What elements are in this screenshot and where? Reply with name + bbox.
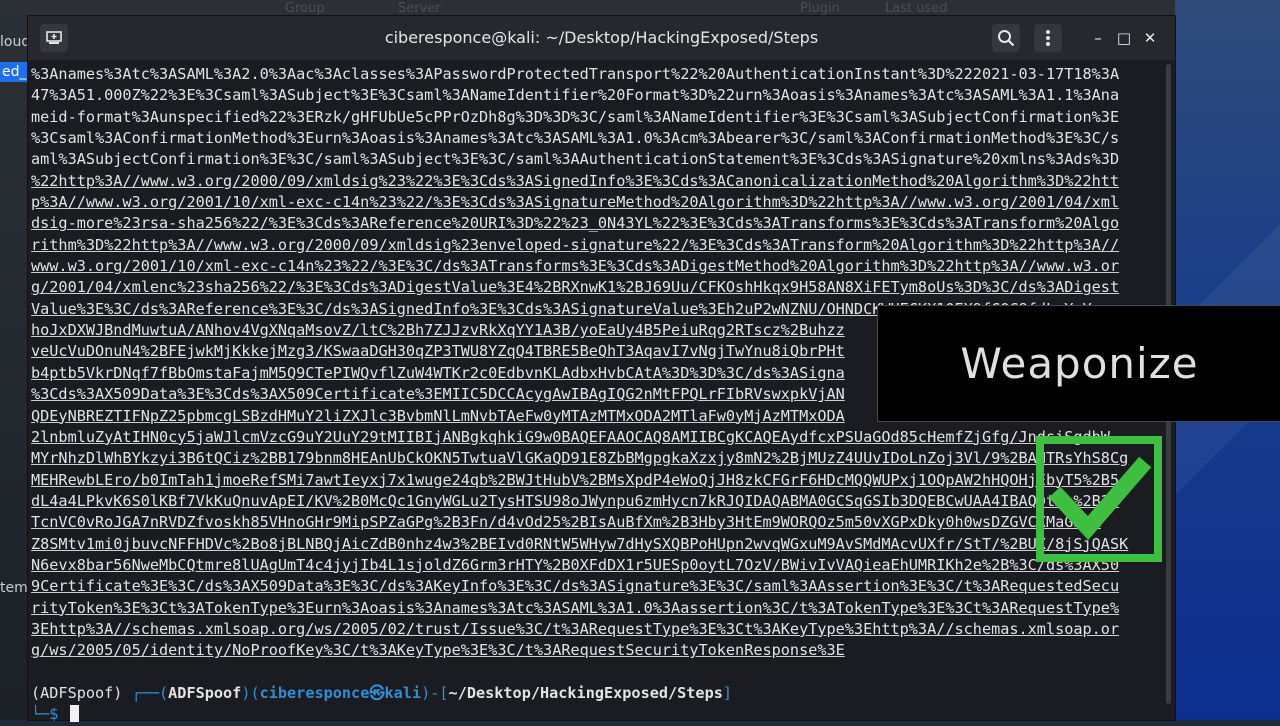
prompt-bracket: ] (722, 683, 733, 702)
prompt-separator: )-[ (421, 683, 449, 702)
minimize-icon: – (1094, 29, 1102, 47)
terminal-line: rityToken%3E%3Ct%3ATokenType%3Eurn%3Aoas… (31, 598, 1120, 617)
terminal-line: %22http%3A//www.w3.org/2000/09/xmldsig%2… (31, 171, 1120, 190)
desktop-top-item: Server (398, 1, 441, 16)
terminal-line: 9Certificate%3E%3C/ds%3AX509Data%3E%3C/d… (31, 577, 1120, 596)
terminal-line: %3Anames%3Atc%3ASAML%3A2.0%3Aac%3Aclasse… (31, 65, 1120, 83)
prompt-path: ~/Desktop/HackingExposed/Steps (448, 683, 723, 702)
terminal-line: MEHRewbLEro/b0ImTah1jmoeRefSMi7awtIeyxj7… (31, 470, 1120, 489)
terminal-line: p%3A//www.w3.org/2001/10/xml-exc-c14n%23… (31, 193, 1120, 212)
left-tab[interactable]: loud (0, 34, 30, 50)
banner-text: Weaponize (960, 339, 1199, 388)
desktop-left-panel: loud ed_ tem (0, 0, 30, 720)
left-tab[interactable]: tem (0, 580, 28, 596)
terminal-line: dsig-more%23rsa-sha256%22/%3E%3Cds%3ARef… (31, 214, 1120, 233)
left-tab-selected[interactable]: ed_ (0, 62, 30, 82)
terminal-line: 47%3A51.000Z%22%3E%3Csaml%3ASubject%3E%3… (31, 86, 1120, 105)
terminal-line: TcnVC0vRoJGA7nRVDZfvoskh85VHnoGHr9MipSPZ… (31, 513, 1101, 532)
maximize-icon: □ (1116, 29, 1132, 47)
search-icon (998, 30, 1015, 47)
terminal-line: www.w3.org/2001/10/xml-exc-c14n%23%22/%3… (31, 257, 1120, 276)
terminal-line: N6evx8bar56NweMbCQtmre8lUAgUmT4c4jyjIb4L… (31, 555, 1120, 574)
terminal-line: g/ws/2005/05/identity/NoProofKey%3C/t%3A… (31, 641, 845, 660)
close-icon: ✕ (1143, 29, 1157, 47)
maximize-button[interactable]: □ (1110, 24, 1138, 52)
input-line[interactable]: └─$ (31, 704, 1161, 725)
prompt-corner: ┌──( (122, 683, 169, 702)
menu-button[interactable] (1034, 24, 1062, 52)
weaponize-banner: Weaponize (877, 305, 1280, 422)
search-button[interactable] (992, 24, 1020, 52)
terminal-line: Z8SMtv1mi0jbuvcNFFHDVc%2Bo8jBLNBQjAicZdB… (31, 534, 1129, 553)
minimize-button[interactable]: – (1084, 24, 1112, 52)
terminal-line: 3Ehttp%3A//schemas.xmlsoap.org/ws/2005/0… (31, 619, 1120, 638)
prompt-corner: └─ (31, 705, 50, 724)
kebab-menu-icon (1046, 30, 1050, 46)
prompt-separator: )( (241, 683, 260, 702)
terminal-line: 2lnbmluZyAtIHN0cy5jaWJlcmVzcG9uY2UuY29tM… (31, 427, 1110, 446)
terminal-line: dL4a4LPkvK6S0lKBf7VkKuQnuvApEI/KV%2B0McQ… (31, 491, 1120, 510)
close-button[interactable]: ✕ (1136, 24, 1164, 52)
prompt-dollar: $ (49, 705, 68, 724)
terminal-line: %3Csaml%3AConfirmationMethod%3Eurn%3Aoas… (31, 129, 1120, 148)
terminal-titlebar: ciberesponce@kali: ~/Desktop/HackingExpo… (28, 16, 1175, 60)
desktop-top-item: Last used (885, 1, 948, 16)
prompt-line: (ADFSpoof) ┌──(ADFSpoof)(ciberesponce㉿ka… (31, 683, 1161, 704)
prompt-env: (ADFSpoof) (31, 683, 123, 702)
terminal-line: aml%3ASubjectConfirmation%3E%3C/saml%3AS… (31, 150, 1120, 169)
terminal-line: MYrNhzDlWhBYkzyi3B6tQCiz%2BB179bnm8HEAnU… (31, 449, 1129, 468)
terminal-line: meid-format%3Aunspecified%22%3ERzk/gHFUb… (31, 107, 1120, 126)
terminal-line: g/2001/04/xmlenc%23sha256%22/%3E%3Cds%3A… (31, 278, 1120, 297)
desktop-top-item: Group (285, 1, 325, 16)
prompt-user: ciberesponce㉿kali (259, 683, 422, 702)
desktop-top-bar: Group Server Plugin Last used (0, 0, 1280, 16)
prompt-venv: ADFSpoof (168, 683, 242, 702)
terminal-line: rithm%3D%22http%3A//www.w3.org/2000/09/x… (31, 235, 1120, 254)
desktop-top-item: Plugin (800, 1, 840, 16)
checkmark-icon (1036, 436, 1162, 562)
